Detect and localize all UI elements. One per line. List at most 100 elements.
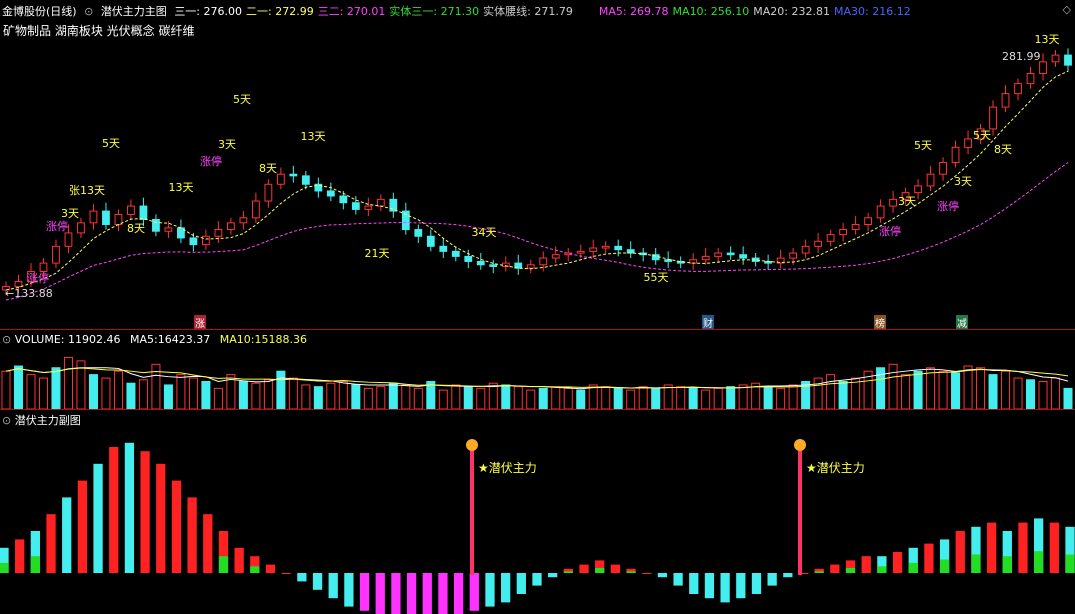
sub-bar: [955, 531, 965, 573]
volume-bar: [551, 386, 561, 410]
sub-bar: [516, 573, 526, 594]
sub-bar: [62, 497, 72, 573]
candle: [226, 217, 235, 235]
volume-bar: [926, 367, 936, 410]
volume-bar: [701, 389, 711, 410]
candle: [289, 165, 298, 183]
sub-bar: [109, 447, 119, 573]
sub-bar: [281, 573, 291, 574]
candle: [489, 259, 498, 274]
sub-bar: [297, 573, 307, 582]
candle: [1001, 85, 1010, 113]
candle: [764, 254, 773, 270]
sub-bar: [830, 564, 840, 573]
candle: [501, 256, 510, 272]
candle: [801, 239, 810, 259]
candle: [701, 248, 710, 265]
price-high-label: 281.99: [1002, 50, 1041, 63]
sub-bar: [375, 573, 385, 614]
candle: [451, 246, 460, 262]
sub-bar-green: [595, 567, 605, 573]
candle: [439, 237, 448, 259]
candle: [851, 216, 860, 235]
volume-bar: [888, 363, 898, 410]
annotation-label: 13天: [168, 181, 194, 194]
sub-chart[interactable]: [0, 410, 1075, 614]
volume-bar: [51, 367, 61, 410]
volume-bar: [651, 387, 661, 410]
sub-bar: [720, 573, 730, 603]
annotation-label: 13天: [1034, 33, 1060, 46]
signal-bar: [470, 450, 474, 575]
ma5-line: [5, 70, 1069, 291]
main-chart[interactable]: [0, 0, 1075, 330]
sub-bar: [359, 573, 370, 611]
signal-label: ★潜伏主力: [478, 461, 537, 475]
candle: [464, 249, 473, 269]
volume-bar: [476, 387, 486, 410]
candle: [314, 177, 323, 198]
sub-bar: [1018, 522, 1028, 573]
candle: [826, 229, 835, 247]
candle: [251, 192, 260, 223]
volume-bar: [351, 384, 361, 410]
event-marker[interactable]: 榜: [874, 315, 886, 330]
candle: [326, 182, 335, 202]
candle: [776, 249, 785, 269]
volume-bar: [1063, 387, 1073, 410]
volume-bar: [163, 384, 173, 410]
sub-bar: [140, 451, 150, 573]
candle: [626, 241, 635, 259]
sub-bar: [704, 573, 715, 599]
sub-bar: [438, 573, 448, 614]
volume-bar: [1050, 377, 1061, 410]
candle: [864, 212, 872, 232]
sub-bar: [689, 573, 699, 594]
volume-bar: [413, 387, 423, 410]
candle: [589, 239, 598, 259]
volume-chart[interactable]: [0, 330, 1075, 410]
volume-bar: [938, 370, 948, 410]
sub-bar-green: [1034, 551, 1044, 573]
annotation-label: 3天: [218, 138, 236, 151]
volume-bar: [288, 377, 298, 410]
candle: [364, 197, 373, 217]
event-marker[interactable]: 涨: [194, 315, 206, 330]
volume-bar: [526, 389, 536, 410]
event-marker[interactable]: 减: [956, 315, 968, 330]
volume-bar: [301, 384, 311, 410]
volume-bar: [688, 387, 698, 410]
volume-bar: [326, 382, 336, 410]
volume-bar: [126, 382, 136, 410]
volume-bar: [313, 386, 323, 410]
candle: [664, 251, 673, 269]
candle: [426, 229, 435, 252]
sub-bar: [579, 564, 589, 573]
sub-bar: [485, 573, 495, 607]
volume-bar: [13, 365, 24, 410]
volume-bar: [188, 377, 198, 410]
annotation-label: 55天: [643, 271, 669, 284]
volume-bar: [613, 387, 623, 410]
candle: [964, 130, 972, 155]
sub-bar: [453, 573, 464, 614]
volume-bar: [901, 374, 911, 410]
annotation-label: 8天: [259, 162, 277, 175]
candle: [876, 199, 885, 223]
event-marker[interactable]: 财: [702, 315, 714, 330]
volume-bar: [251, 382, 261, 410]
sub-bar: [391, 573, 401, 614]
annotation-label: 34天: [471, 226, 497, 239]
annotation-label: 涨停: [937, 200, 959, 213]
volume-bar: [976, 367, 986, 410]
volume-bar: [1, 370, 11, 410]
candle: [1064, 48, 1072, 72]
annotation-label: 21天: [364, 247, 390, 260]
sub-bar-green: [1002, 556, 1012, 573]
sub-bar: [924, 543, 934, 573]
annotation-label: 3天: [954, 175, 972, 188]
volume-bar: [738, 384, 748, 410]
volume-bar: [238, 381, 248, 410]
sub-bar-green: [218, 556, 229, 573]
candle: [514, 254, 523, 275]
